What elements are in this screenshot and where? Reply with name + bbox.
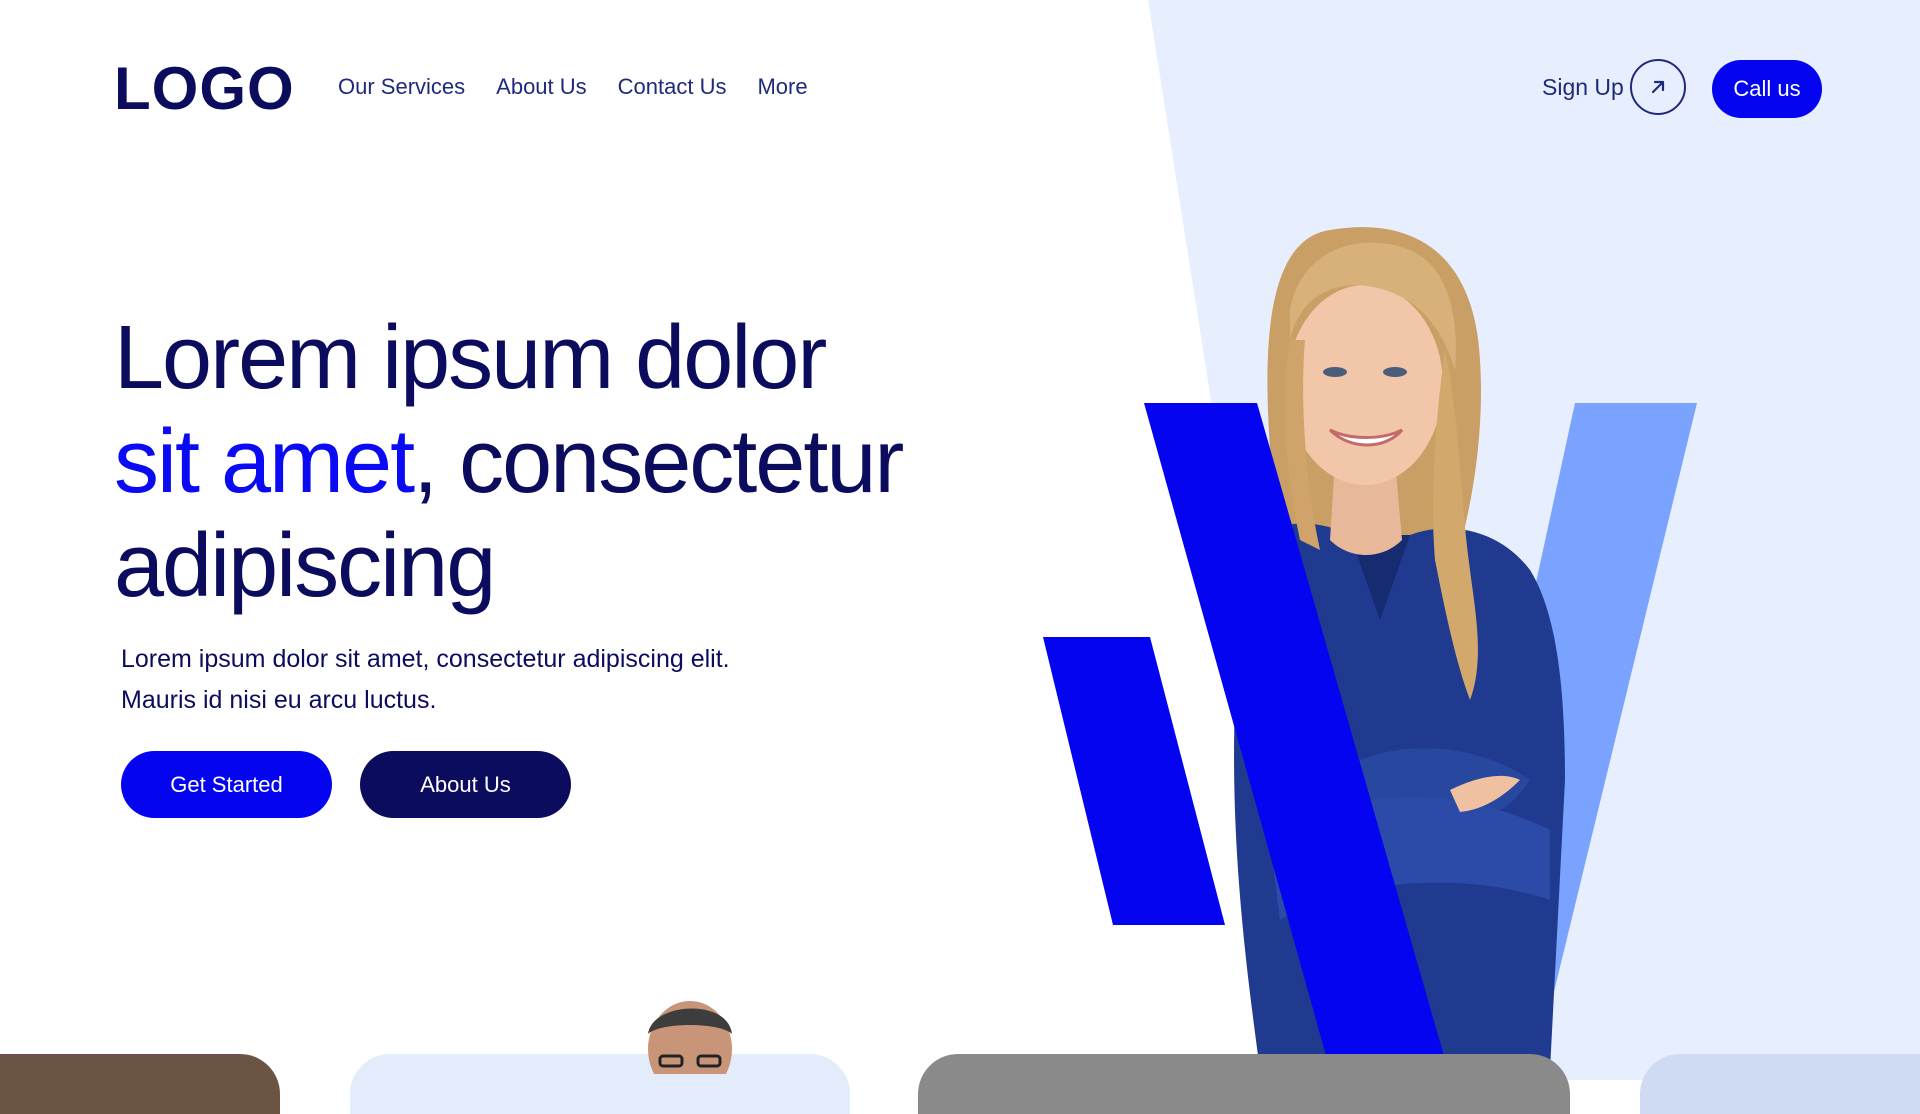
headline-line-3: adipiscing (114, 516, 496, 616)
subtext-line-2: Mauris id nisi eu arcu luctus. (121, 686, 437, 714)
about-us-button[interactable]: About Us (360, 751, 571, 818)
nav-item-about-us[interactable]: About Us (496, 74, 587, 100)
bottom-card-3[interactable] (918, 1054, 1570, 1114)
headline-line-1: Lorem ipsum dolor (114, 308, 827, 408)
hero-illustration (1043, 227, 1697, 1070)
get-started-button[interactable]: Get Started (121, 751, 332, 818)
person-portrait-thumbnail (648, 1001, 732, 1074)
main-nav: Our Services About Us Contact Us More (338, 74, 808, 100)
call-us-button[interactable]: Call us (1712, 60, 1822, 118)
sign-up-label: Sign Up (1542, 73, 1624, 100)
headline-accent: sit amet (114, 412, 415, 512)
logo[interactable]: LOGO (114, 54, 295, 123)
bottom-card-1[interactable] (0, 1054, 280, 1114)
short-blue-stripe (1043, 637, 1225, 925)
nav-item-contact-us[interactable]: Contact Us (618, 74, 727, 100)
hero-headline: Lorem ipsum dolor sit amet, consectetur … (114, 306, 904, 618)
hero-subtext: Lorem ipsum dolor sit amet, consectetur … (121, 639, 841, 721)
subtext-line-1: Lorem ipsum dolor sit amet, consectetur … (121, 645, 730, 673)
nav-item-more[interactable]: More (757, 74, 807, 100)
arrow-up-right-icon[interactable] (1629, 59, 1686, 115)
headline-line-2-rest: , consectetur (413, 412, 904, 512)
nav-item-our-services[interactable]: Our Services (338, 74, 465, 100)
sign-up-link[interactable]: Sign Up (1542, 59, 1686, 115)
bottom-card-2[interactable] (350, 1001, 850, 1114)
bottom-card-4[interactable] (1640, 1054, 1920, 1114)
